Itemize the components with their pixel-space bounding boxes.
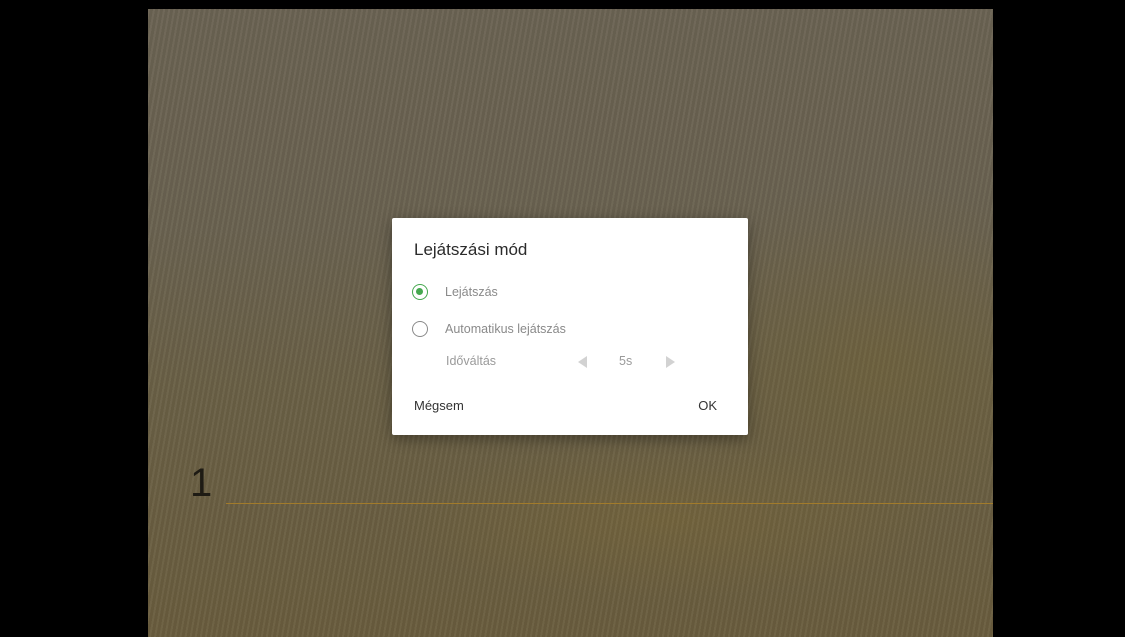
slide-divider-line bbox=[226, 503, 993, 504]
interval-value: 5s bbox=[619, 354, 633, 368]
interval-label: Időváltás bbox=[446, 354, 497, 368]
dialog-title: Lejátszási mód bbox=[414, 240, 528, 259]
decrease-arrow-icon[interactable] bbox=[578, 356, 587, 368]
option-autoplay-label: Automatikus lejátszás bbox=[445, 322, 566, 336]
radio-checked-icon[interactable] bbox=[412, 284, 428, 300]
ok-button[interactable]: OK bbox=[698, 398, 717, 413]
increase-arrow-icon[interactable] bbox=[666, 356, 675, 368]
option-autoplay[interactable]: Automatikus lejátszás bbox=[412, 321, 566, 337]
screen: 1 Lejátszási mód Lejátszás Automatikus l… bbox=[0, 0, 1125, 637]
radio-unchecked-icon[interactable] bbox=[412, 321, 428, 337]
option-play-label: Lejátszás bbox=[445, 285, 498, 299]
playback-mode-dialog: Lejátszási mód Lejátszás Automatikus lej… bbox=[392, 218, 748, 435]
interval-stepper: Időváltás 5s bbox=[446, 354, 686, 372]
option-play[interactable]: Lejátszás bbox=[412, 284, 498, 300]
cancel-button[interactable]: Mégsem bbox=[414, 398, 464, 413]
slide-number: 1 bbox=[190, 461, 213, 505]
